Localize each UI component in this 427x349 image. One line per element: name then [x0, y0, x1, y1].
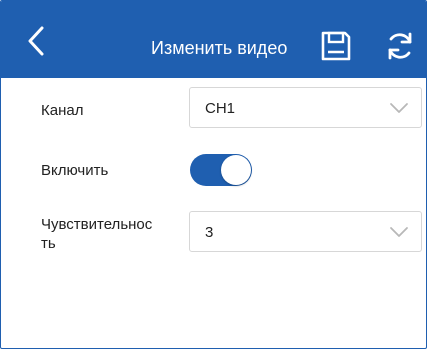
sensitivity-value: 3 [205, 224, 214, 241]
floppy-disk-icon [321, 31, 351, 61]
app-window: Изменить видео Канал CH1 Включить Чувств… [0, 0, 427, 349]
toggle-knob [221, 155, 251, 185]
sensitivity-label: Чувствительнос ть [41, 215, 181, 253]
header-bar: Изменить видео [1, 1, 426, 78]
refresh-button[interactable] [383, 29, 417, 63]
enable-toggle[interactable] [190, 154, 252, 186]
sensitivity-select[interactable]: 3 [189, 211, 422, 252]
channel-value: CH1 [205, 100, 236, 117]
channel-label: Канал [41, 102, 84, 119]
sensitivity-label-line2: ть [41, 235, 56, 252]
save-button[interactable] [319, 29, 353, 63]
channel-select[interactable]: CH1 [189, 87, 422, 128]
page-title: Изменить видео [151, 38, 288, 58]
chevron-down-icon [390, 103, 408, 113]
enable-label: Включить [41, 162, 109, 179]
refresh-icon [388, 32, 412, 60]
chevron-left-icon [28, 26, 44, 56]
back-button[interactable] [23, 24, 53, 58]
chevron-down-icon [390, 227, 408, 237]
sensitivity-label-line1: Чувствительнос [41, 216, 153, 233]
